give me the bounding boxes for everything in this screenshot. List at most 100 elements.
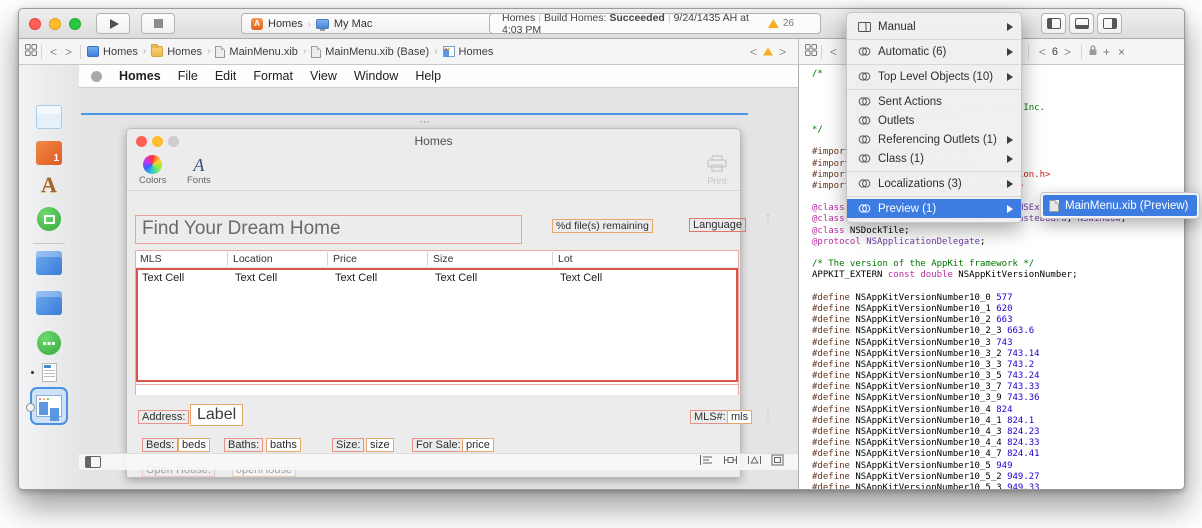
designed-app-menu[interactable]: Homes <box>119 69 161 83</box>
field-label-size[interactable]: Size: <box>332 438 365 452</box>
related-items-icon[interactable] <box>25 44 37 59</box>
warning-badge[interactable]: 26 <box>767 18 794 29</box>
related-items-icon[interactable] <box>805 44 817 59</box>
menu-divider <box>847 195 1021 197</box>
menu-item-automatic-6-[interactable]: Automatic (6) <box>847 42 1021 61</box>
column-header-lot[interactable]: Lot <box>558 253 573 265</box>
autolayout-buttons <box>699 453 784 471</box>
font-manager-object[interactable] <box>19 207 79 231</box>
menu-item-top-level-objects-10-[interactable]: Top Level Objects (10) <box>847 67 1021 86</box>
minimize-window-button[interactable] <box>49 18 61 30</box>
heading-label[interactable]: Find Your Dream Home <box>135 215 522 244</box>
menu-item-manual[interactable]: Manual <box>847 17 1021 36</box>
drag-handle-icon[interactable]: ⋯ <box>419 115 432 128</box>
resize-handle-icon[interactable]: ⋮ <box>763 411 773 421</box>
column-header-price[interactable]: Price <box>333 253 357 265</box>
language-button[interactable]: Language <box>689 218 746 232</box>
breadcrumb-item-homes[interactable]: Homes <box>151 44 202 58</box>
apple-menu-icon[interactable] <box>91 70 102 82</box>
zoom-window-button[interactable] <box>69 18 81 30</box>
breadcrumb-item-homes[interactable]: Homes <box>442 46 493 58</box>
field-input-price[interactable]: price <box>462 438 494 452</box>
table-cell[interactable]: Text Cell <box>435 272 477 284</box>
designed-menu-window[interactable]: Window <box>354 69 398 83</box>
designed-menu-view[interactable]: View <box>310 69 337 83</box>
table-cell[interactable]: Text Cell <box>142 272 184 284</box>
selection-dot <box>31 371 34 374</box>
designed-window[interactable]: Homes Colors A Fonts Print Find Your Dre… <box>126 128 753 478</box>
column-separator <box>552 252 553 266</box>
window-object-selected[interactable] <box>19 387 79 425</box>
add-assistant-editor-button[interactable]: + <box>1100 45 1113 59</box>
resize-handle-icon[interactable]: ⋮ <box>763 215 773 225</box>
embed-button[interactable] <box>771 453 784 471</box>
divider <box>80 44 82 59</box>
designed-menu-edit[interactable]: Edit <box>215 69 237 83</box>
stop-button[interactable] <box>141 13 175 34</box>
document-outline-toggle[interactable] <box>85 456 101 468</box>
main-menu-object[interactable] <box>19 363 79 382</box>
menu-controller-object[interactable] <box>19 331 79 355</box>
object-cube-1[interactable] <box>19 251 79 275</box>
back-button[interactable]: < <box>46 45 61 59</box>
stack-button[interactable] <box>699 453 714 471</box>
breadcrumb-item-mainmenu-xib-base-[interactable]: MainMenu.xib (Base) <box>311 45 429 58</box>
field-label-beds[interactable]: Beds: <box>142 438 179 452</box>
menu-item-class-1-[interactable]: Class (1) <box>847 149 1021 168</box>
column-header-size[interactable]: Size <box>433 253 453 265</box>
table-cell[interactable]: Text Cell <box>335 272 377 284</box>
code-line: #define NSAppKitVersionNumber10_5 949 <box>812 460 1013 471</box>
field-label-price[interactable]: For Sale: <box>412 438 465 452</box>
field-input-beds[interactable]: beds <box>178 438 210 452</box>
field-label-baths[interactable]: Baths: <box>224 438 264 452</box>
table-cell[interactable]: Text Cell <box>560 272 602 284</box>
forward-button[interactable]: > <box>61 45 76 59</box>
listings-table[interactable]: MLS Location Price Size Lot Text Cell Text Ce… <box>135 250 739 395</box>
fonts-toolbar-item[interactable]: A Fonts <box>187 155 211 186</box>
toggle-navigator-button[interactable] <box>1041 13 1066 34</box>
table-cell[interactable]: Text Cell <box>235 272 277 284</box>
back-button[interactable]: < <box>826 45 841 59</box>
code-line: #define NSAppKitVersionNumber10_4_3 824.… <box>812 427 1040 437</box>
pin-button[interactable] <box>723 453 738 471</box>
next-counterpart-button[interactable]: > <box>1060 45 1075 59</box>
previous-counterpart-button[interactable]: < <box>1035 45 1050 59</box>
column-header-mls[interactable]: MLS <box>140 253 162 265</box>
menu-item-preview-1-[interactable]: Preview (1) <box>847 199 1021 218</box>
next-issue-button[interactable]: > <box>775 45 790 59</box>
submenu-item-mainmenu-preview[interactable]: MainMenu.xib (Preview) <box>1043 195 1197 216</box>
designed-menu-format[interactable]: Format <box>253 69 293 83</box>
files-remaining-label[interactable]: %d file(s) remaining <box>552 219 653 233</box>
breadcrumb-separator: › <box>434 46 438 57</box>
column-header-location[interactable]: Location <box>233 253 273 265</box>
first-responder-placeholder[interactable] <box>19 141 79 165</box>
run-button[interactable] <box>96 13 130 34</box>
resolve-issues-button[interactable] <box>747 453 762 471</box>
breadcrumb-item-mainmenu-xib[interactable]: MainMenu.xib <box>215 45 298 58</box>
mls-value-field[interactable]: mls <box>727 410 753 424</box>
field-input-size[interactable]: size <box>366 438 394 452</box>
menu-item-outlets[interactable]: Outlets <box>847 111 1021 130</box>
object-cube-2[interactable] <box>19 291 79 315</box>
menu-item-localizations-3-[interactable]: Localizations (3) <box>847 174 1021 193</box>
toggle-inspector-button[interactable] <box>1097 13 1122 34</box>
breadcrumb-separator: › <box>142 46 147 57</box>
application-placeholder[interactable]: A <box>19 173 79 197</box>
close-window-button[interactable] <box>29 18 41 30</box>
menu-item-referencing-outlets-1-[interactable]: Referencing Outlets (1) <box>847 130 1021 149</box>
table-row[interactable]: Text Cell Text Cell Text Cell Text Cell Text… <box>138 270 736 289</box>
address-value-label[interactable]: Label <box>190 404 244 426</box>
toggle-debug-area-button[interactable] <box>1069 13 1094 34</box>
designed-menu-file[interactable]: File <box>178 69 198 83</box>
menu-item-sent-actions[interactable]: Sent Actions <box>847 92 1021 111</box>
mls-number-label[interactable]: MLS#: <box>690 410 730 424</box>
assistant-icon <box>857 21 871 32</box>
colors-toolbar-item[interactable]: Colors <box>139 155 166 186</box>
breadcrumb-item-homes[interactable]: Homes <box>87 46 138 58</box>
field-input-baths[interactable]: baths <box>266 438 301 452</box>
previous-issue-button[interactable]: < <box>746 45 761 59</box>
close-assistant-editor-button[interactable]: × <box>1115 45 1128 59</box>
designed-menu-help[interactable]: Help <box>415 69 441 83</box>
files-owner-placeholder[interactable] <box>19 105 79 129</box>
address-label[interactable]: Address: <box>138 410 190 424</box>
